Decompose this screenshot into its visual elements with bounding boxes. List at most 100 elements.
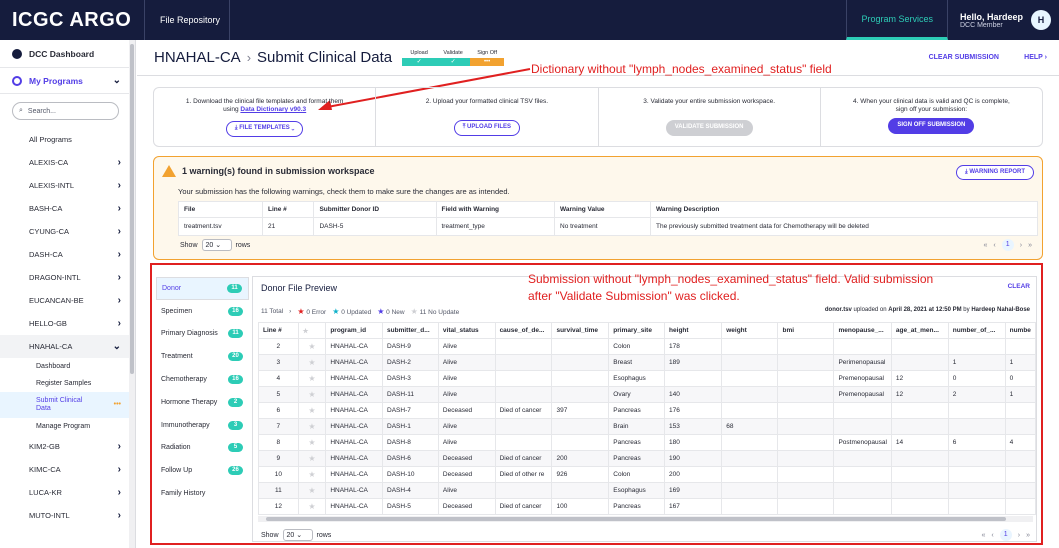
table-cell xyxy=(833,482,892,499)
donor-column-header[interactable]: program_id xyxy=(325,322,384,339)
star-icon: ★ xyxy=(297,354,327,371)
last-page-icon[interactable]: » xyxy=(1028,242,1032,249)
icgc-argo-logo[interactable]: ICGC ARGO xyxy=(0,0,145,40)
current-page[interactable]: 1 xyxy=(1001,239,1014,251)
sidebar-item-eucancan-be[interactable]: EUCANCAN-BE › xyxy=(0,289,135,312)
avatar[interactable]: H xyxy=(1031,10,1051,30)
sidebar-sub-dashboard[interactable]: Dashboard xyxy=(0,358,135,375)
sidebar-item-all-programs[interactable]: All Programs xyxy=(0,128,135,151)
tab-family-history[interactable]: Family History xyxy=(156,482,249,505)
nav-program-services[interactable]: Program Services xyxy=(846,0,948,40)
stat-error[interactable]: ★ 0 Error xyxy=(297,307,326,316)
table-cell: 397 xyxy=(551,402,610,419)
next-page-icon[interactable]: › xyxy=(1018,532,1020,539)
user-menu[interactable]: Hello, Hardeep DCC Member H xyxy=(948,0,1059,40)
validate-submission-button[interactable]: VALIDATE SUBMISSION xyxy=(665,120,753,137)
table-cell: Alive xyxy=(437,386,496,403)
tab-chemotherapy[interactable]: Chemotherapy 16 xyxy=(156,368,249,391)
table-cell xyxy=(947,402,1006,419)
tab-treatment[interactable]: Treatment 20 xyxy=(156,345,249,368)
clear-file-button[interactable]: CLEAR xyxy=(1008,283,1030,290)
sign-off-submission-button[interactable]: SIGN OFF SUBMISSION xyxy=(888,117,975,134)
sidebar-sub-register-samples[interactable]: Register Samples xyxy=(0,375,135,392)
last-page-icon[interactable]: » xyxy=(1026,532,1030,539)
sidebar-item-alexis-intl[interactable]: ALEXIS-INTL › xyxy=(0,174,135,197)
data-dictionary-link[interactable]: Data Dictionary v90.3 xyxy=(240,106,306,113)
step2-text: 2. Upload your formatted clinical TSV fi… xyxy=(425,98,549,105)
sidebar-item-kim2-gb[interactable]: KIM2-GB › xyxy=(0,435,135,458)
sidebar-item-muto-intl[interactable]: MUTO-INTL › xyxy=(0,504,135,527)
tab-donor[interactable]: Donor 11 xyxy=(156,277,249,300)
first-page-icon[interactable]: « xyxy=(982,532,986,539)
tab-radiation[interactable]: Radiation 5 xyxy=(156,437,249,460)
table-horizontal-scrollbar[interactable] xyxy=(258,516,1033,522)
donor-column-header[interactable]: menopause_... xyxy=(833,322,892,339)
sidebar-item-kimc-ca[interactable]: KIMC-CA › xyxy=(0,458,135,481)
donor-column-header[interactable]: bmi xyxy=(777,322,835,339)
file-templates-button[interactable]: ⤓ FILE TEMPLATES ⌄ xyxy=(225,120,304,137)
page-size-select[interactable]: 20 ⌄ xyxy=(282,529,313,541)
donor-column-header[interactable]: age_at_men... xyxy=(890,322,949,339)
sidebar-scrollbar[interactable] xyxy=(129,40,135,548)
tab-specimen[interactable]: Specimen 16 xyxy=(156,300,249,323)
sidebar-item-label: MUTO-INTL xyxy=(29,511,70,520)
table-cell: 178 xyxy=(664,338,723,355)
sidebar-sub-submit-clinical-data[interactable]: Submit Clinical Data ••• xyxy=(0,392,135,418)
donor-column-header[interactable]: vital_status xyxy=(437,322,496,339)
page-size-select[interactable]: 20 ⌄ xyxy=(201,239,232,251)
step1-using: using xyxy=(223,106,241,114)
table-cell xyxy=(777,354,835,371)
table-cell: HNAHAL-CA xyxy=(325,498,384,515)
donor-column-header[interactable]: numbe xyxy=(1004,322,1037,339)
chevron-right-icon: › xyxy=(117,318,121,329)
table-cell xyxy=(777,402,835,419)
sidebar-my-programs[interactable]: My Programs ⌄ xyxy=(0,68,135,94)
donor-column-header[interactable]: ★ xyxy=(297,322,327,339)
nav-file-repository[interactable]: File Repository xyxy=(145,0,230,40)
sidebar-item-luca-kr[interactable]: LUCA-KR › xyxy=(0,481,135,504)
stat-updated[interactable]: ★ 0 Updated xyxy=(332,307,371,316)
table-cell: DASH-3 xyxy=(382,370,439,387)
warning-report-button[interactable]: ⤓ WARNING REPORT xyxy=(956,165,1034,180)
prev-page-icon[interactable]: ‹ xyxy=(993,242,995,249)
donor-column-header[interactable]: survival_time xyxy=(551,322,610,339)
upload-files-button[interactable]: ⤒ UPLOAD FILES xyxy=(453,120,521,137)
next-page-icon[interactable]: › xyxy=(1020,242,1022,249)
program-search-input[interactable]: ⌕ Search... xyxy=(12,102,119,120)
prev-page-icon[interactable]: ‹ xyxy=(991,532,993,539)
first-page-icon[interactable]: « xyxy=(984,242,988,249)
sidebar-sub-manage-program[interactable]: Manage Program xyxy=(0,418,135,435)
sidebar-item-bash-ca[interactable]: BASH-CA › xyxy=(0,197,135,220)
chevron-right-icon: › xyxy=(117,180,121,191)
sidebar-item-dragon-intl[interactable]: DRAGON-INTL › xyxy=(0,266,135,289)
sidebar-item-cyung-ca[interactable]: CYUNG-CA › xyxy=(0,220,135,243)
sidebar-dcc-dashboard[interactable]: DCC Dashboard xyxy=(0,40,135,68)
tab-hormone-therapy[interactable]: Hormone Therapy 2 xyxy=(156,391,249,414)
table-cell xyxy=(890,482,949,499)
table-cell: Alive xyxy=(437,482,496,499)
table-cell: Pancreas xyxy=(608,498,666,515)
globe-icon xyxy=(12,75,22,86)
sidebar-item-dash-ca[interactable]: DASH-CA › xyxy=(0,243,135,266)
stat-no-update[interactable]: ★ 11 No Update xyxy=(411,307,460,316)
sidebar-item-alexis-ca[interactable]: ALEXIS-CA › xyxy=(0,151,135,174)
help-link[interactable]: HELP › xyxy=(1024,54,1047,61)
tab-count-badge: 11 xyxy=(228,329,243,339)
donor-column-header[interactable]: weight xyxy=(721,322,779,339)
table-cell: Alive xyxy=(437,418,496,435)
clear-submission-button[interactable]: CLEAR SUBMISSION xyxy=(929,54,999,61)
tab-follow-up[interactable]: Follow Up 26 xyxy=(156,459,249,482)
donor-column-header[interactable]: number_of_... xyxy=(947,322,1006,339)
current-page[interactable]: 1 xyxy=(999,529,1012,541)
donor-column-header[interactable]: submitter_d... xyxy=(382,322,439,339)
breadcrumb-program[interactable]: HNAHAL-CA xyxy=(154,49,241,66)
donor-column-header[interactable]: height xyxy=(664,322,723,339)
sidebar-item-hello-gb[interactable]: HELLO-GB › xyxy=(0,312,135,335)
sidebar-item-hnahal-ca[interactable]: HNAHAL-CA ⌄ xyxy=(0,335,135,358)
donor-column-header[interactable]: Line # xyxy=(258,322,299,339)
tab-primary-diagnosis[interactable]: Primary Diagnosis 11 xyxy=(156,323,249,346)
donor-column-header[interactable]: primary_site xyxy=(608,322,666,339)
tab-immunotherapy[interactable]: Immunotherapy 3 xyxy=(156,414,249,437)
stat-new[interactable]: ★ 0 New xyxy=(377,307,404,316)
donor-column-header[interactable]: cause_of_de... xyxy=(494,322,553,339)
